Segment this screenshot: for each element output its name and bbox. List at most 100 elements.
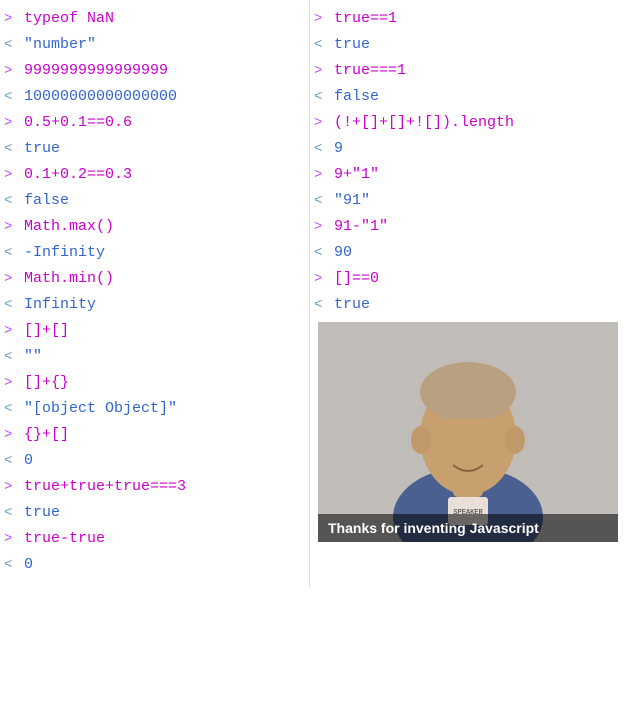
line-item: < "number": [0, 34, 309, 60]
line-item: <0: [0, 554, 309, 580]
line-item: > true==1: [310, 8, 640, 34]
code-output: 0: [24, 556, 33, 573]
prompt-input-symbol: >: [4, 375, 18, 391]
prompt-output-symbol: <: [314, 89, 328, 105]
line-item: >0.1+0.2==0.3: [0, 164, 309, 190]
prompt-output-symbol: <: [4, 453, 18, 469]
code-input: 0.1+0.2==0.3: [24, 166, 132, 183]
face-graphic: SPEAKER: [318, 322, 618, 542]
code-output: "number": [24, 36, 96, 53]
prompt-input-symbol: >: [314, 11, 328, 27]
prompt-input-symbol: >: [314, 167, 328, 183]
code-output: 90: [334, 244, 352, 261]
line-item: <10000000000000000: [0, 86, 309, 112]
line-item: < false: [310, 86, 640, 112]
line-item: > true===1: [310, 60, 640, 86]
line-item: > []+{}: [0, 372, 309, 398]
code-output: -Infinity: [24, 244, 105, 261]
code-output: 9: [334, 140, 343, 157]
prompt-output-symbol: <: [4, 349, 18, 365]
prompt-input-symbol: >: [4, 479, 18, 495]
prompt-input-symbol: >: [4, 271, 18, 287]
line-item: <90: [310, 242, 640, 268]
line-item: >{}+[]: [0, 424, 309, 450]
prompt-output-symbol: <: [314, 141, 328, 157]
code-input: []+[]: [24, 322, 69, 339]
prompt-input-symbol: >: [314, 271, 328, 287]
prompt-input-symbol: >: [4, 531, 18, 547]
line-item: < "[object Object]": [0, 398, 309, 424]
code-output: true: [334, 36, 370, 53]
line-item: < false: [0, 190, 309, 216]
line-item: < "91": [310, 190, 640, 216]
line-item: <0: [0, 450, 309, 476]
image-row: SPEAKER Thanks for inventing Javascript: [310, 320, 640, 542]
code-output: true: [24, 504, 60, 521]
prompt-input-symbol: >: [4, 167, 18, 183]
line-item: >9+"1": [310, 164, 640, 190]
line-item: <true: [310, 294, 640, 320]
line-item: > []+[]: [0, 320, 309, 346]
prompt-input-symbol: >: [4, 323, 18, 339]
code-output: "[object Object]": [24, 400, 177, 417]
code-input: true+true+true===3: [24, 478, 186, 495]
main-container: >typeof NaN<"number">9999999999999999<10…: [0, 0, 640, 588]
prompt-output-symbol: <: [4, 89, 18, 105]
line-item: < true: [310, 34, 640, 60]
code-input: Math.max(): [24, 218, 114, 235]
left-column: >typeof NaN<"number">9999999999999999<10…: [0, 0, 310, 588]
right-column: >true==1<true>true===1<false>(!+[]+[]+![…: [310, 0, 640, 588]
line-item: >91-"1": [310, 216, 640, 242]
code-output: false: [24, 192, 69, 209]
prompt-output-symbol: <: [314, 245, 328, 261]
code-output: "": [24, 348, 42, 365]
code-input: true===1: [334, 62, 406, 79]
line-item: > true+true+true===3: [0, 476, 309, 502]
prompt-input-symbol: >: [4, 115, 18, 131]
line-item: < "": [0, 346, 309, 372]
code-input: []==0: [334, 270, 379, 287]
code-input: 0.5+0.1==0.6: [24, 114, 132, 131]
prompt-input-symbol: >: [4, 11, 18, 27]
code-output: "91": [334, 192, 370, 209]
prompt-output-symbol: <: [4, 401, 18, 417]
prompt-output-symbol: <: [4, 245, 18, 261]
meme-image: SPEAKER Thanks for inventing Javascript: [318, 322, 618, 542]
right-content: >true==1<true>true===1<false>(!+[]+[]+![…: [310, 8, 640, 542]
code-input: true-true: [24, 530, 105, 547]
prompt-input-symbol: >: [314, 219, 328, 235]
line-item: > true-true: [0, 528, 309, 554]
code-input: Math.min(): [24, 270, 114, 287]
line-item: > Math.min(): [0, 268, 309, 294]
prompt-input-symbol: >: [314, 63, 328, 79]
line-item: > (!+[]+[]+![]).length: [310, 112, 640, 138]
prompt-output-symbol: <: [314, 193, 328, 209]
code-output: Infinity: [24, 296, 96, 313]
code-input: (!+[]+[]+![]).length: [334, 114, 514, 131]
line-item: >9999999999999999: [0, 60, 309, 86]
prompt-output-symbol: <: [4, 193, 18, 209]
prompt-output-symbol: <: [314, 297, 328, 313]
code-input: 9999999999999999: [24, 62, 168, 79]
image-caption: Thanks for inventing Javascript: [318, 514, 618, 542]
line-item: > []==0: [310, 268, 640, 294]
line-item: < Infinity: [0, 294, 309, 320]
prompt-input-symbol: >: [314, 115, 328, 131]
prompt-output-symbol: <: [4, 557, 18, 573]
code-output: 0: [24, 452, 33, 469]
code-input: []+{}: [24, 374, 69, 391]
code-input: true==1: [334, 10, 397, 27]
code-input: {}+[]: [24, 426, 69, 443]
line-item: > Math.max(): [0, 216, 309, 242]
code-output: false: [334, 88, 379, 105]
line-item: < -Infinity: [0, 242, 309, 268]
prompt-output-symbol: <: [4, 505, 18, 521]
prompt-output-symbol: <: [314, 37, 328, 53]
prompt-output-symbol: <: [4, 37, 18, 53]
prompt-input-symbol: >: [4, 219, 18, 235]
line-item: >0.5+0.1==0.6: [0, 112, 309, 138]
code-output: 10000000000000000: [24, 88, 177, 105]
line-item: < true: [0, 502, 309, 528]
prompt-input-symbol: >: [4, 63, 18, 79]
prompt-output-symbol: <: [4, 297, 18, 313]
